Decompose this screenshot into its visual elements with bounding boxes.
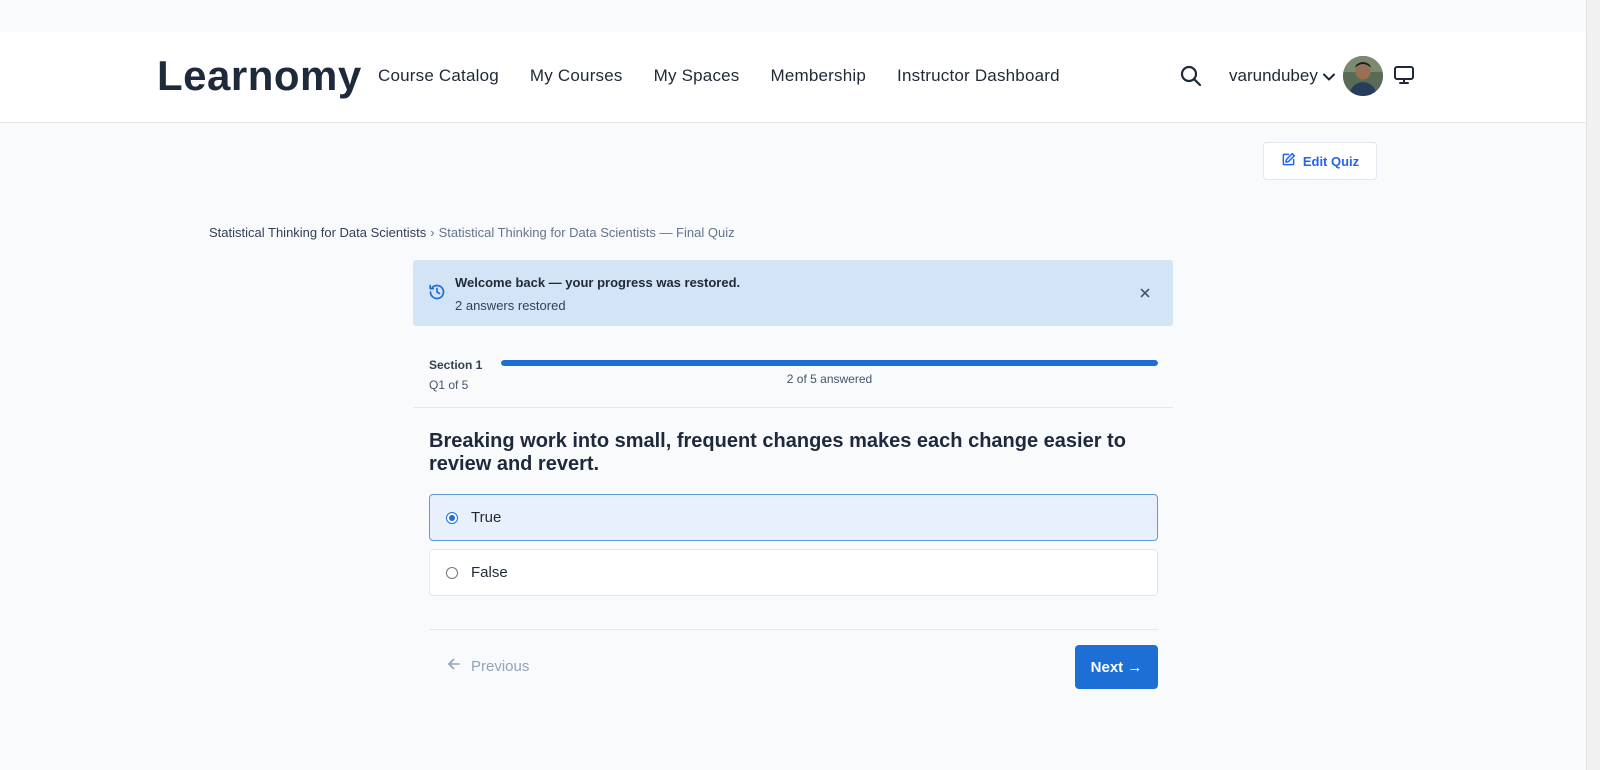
breadcrumb: Statistical Thinking for Data Scientists…: [209, 225, 735, 240]
chevron-down-icon[interactable]: [1322, 70, 1336, 89]
progress-restored-alert: Welcome back — your progress was restore…: [413, 260, 1173, 326]
answered-count: 2 of 5 answered: [786, 372, 873, 386]
radio-button[interactable]: [446, 512, 458, 524]
nav-course-catalog[interactable]: Course Catalog: [378, 66, 499, 86]
radio-button[interactable]: [446, 567, 458, 579]
alert-title: Welcome back — your progress was restore…: [455, 275, 741, 290]
section-label: Section 1: [429, 358, 483, 372]
divider: [429, 629, 1158, 630]
site-logo[interactable]: Learnomy: [157, 52, 362, 100]
username[interactable]: varundubey: [1229, 66, 1318, 86]
breadcrumb-current: Statistical Thinking for Data Scientists…: [438, 225, 735, 240]
breadcrumb-separator: ›: [430, 225, 435, 240]
edit-icon: [1281, 152, 1296, 170]
question-position: Q1 of 5: [429, 378, 469, 392]
site-header: Learnomy Course Catalog My Courses My Sp…: [0, 32, 1586, 123]
main-nav: Course Catalog My Courses My Spaces Memb…: [378, 66, 1091, 86]
avatar[interactable]: [1343, 56, 1383, 96]
option-label: True: [471, 509, 502, 526]
nav-my-courses[interactable]: My Courses: [530, 66, 623, 86]
edit-quiz-label: Edit Quiz: [1302, 153, 1360, 169]
monitor-icon[interactable]: [1393, 64, 1415, 91]
answer-option-true[interactable]: True: [429, 494, 1158, 541]
option-label: False: [471, 564, 508, 581]
nav-membership[interactable]: Membership: [771, 66, 867, 86]
nav-instructor-dashboard[interactable]: Instructor Dashboard: [897, 66, 1060, 86]
breadcrumb-course-link[interactable]: Statistical Thinking for Data Scientists: [209, 225, 426, 240]
progress-bar: [501, 360, 1158, 366]
previous-label: Previous: [471, 657, 530, 675]
next-button[interactable]: Next →: [1075, 645, 1158, 689]
search-icon[interactable]: [1179, 64, 1203, 88]
answer-option-false[interactable]: False: [429, 549, 1158, 596]
quiz-progress: Section 1 Q1 of 5 2 of 5 answered: [413, 346, 1173, 408]
history-icon: [428, 283, 446, 306]
top-strip: [0, 0, 1586, 32]
close-icon[interactable]: [1139, 286, 1151, 304]
edit-quiz-button[interactable]: Edit Quiz: [1263, 142, 1377, 180]
arrow-left-icon: [447, 657, 461, 675]
alert-detail: 2 answers restored: [455, 298, 566, 313]
previous-button[interactable]: Previous: [447, 657, 529, 675]
next-label: Next →: [1090, 658, 1143, 676]
progress-bar-fill: [501, 360, 1158, 366]
page-scrollbar[interactable]: [1586, 0, 1600, 770]
question-text: Breaking work into small, frequent chang…: [429, 430, 1126, 475]
nav-my-spaces[interactable]: My Spaces: [654, 66, 740, 86]
